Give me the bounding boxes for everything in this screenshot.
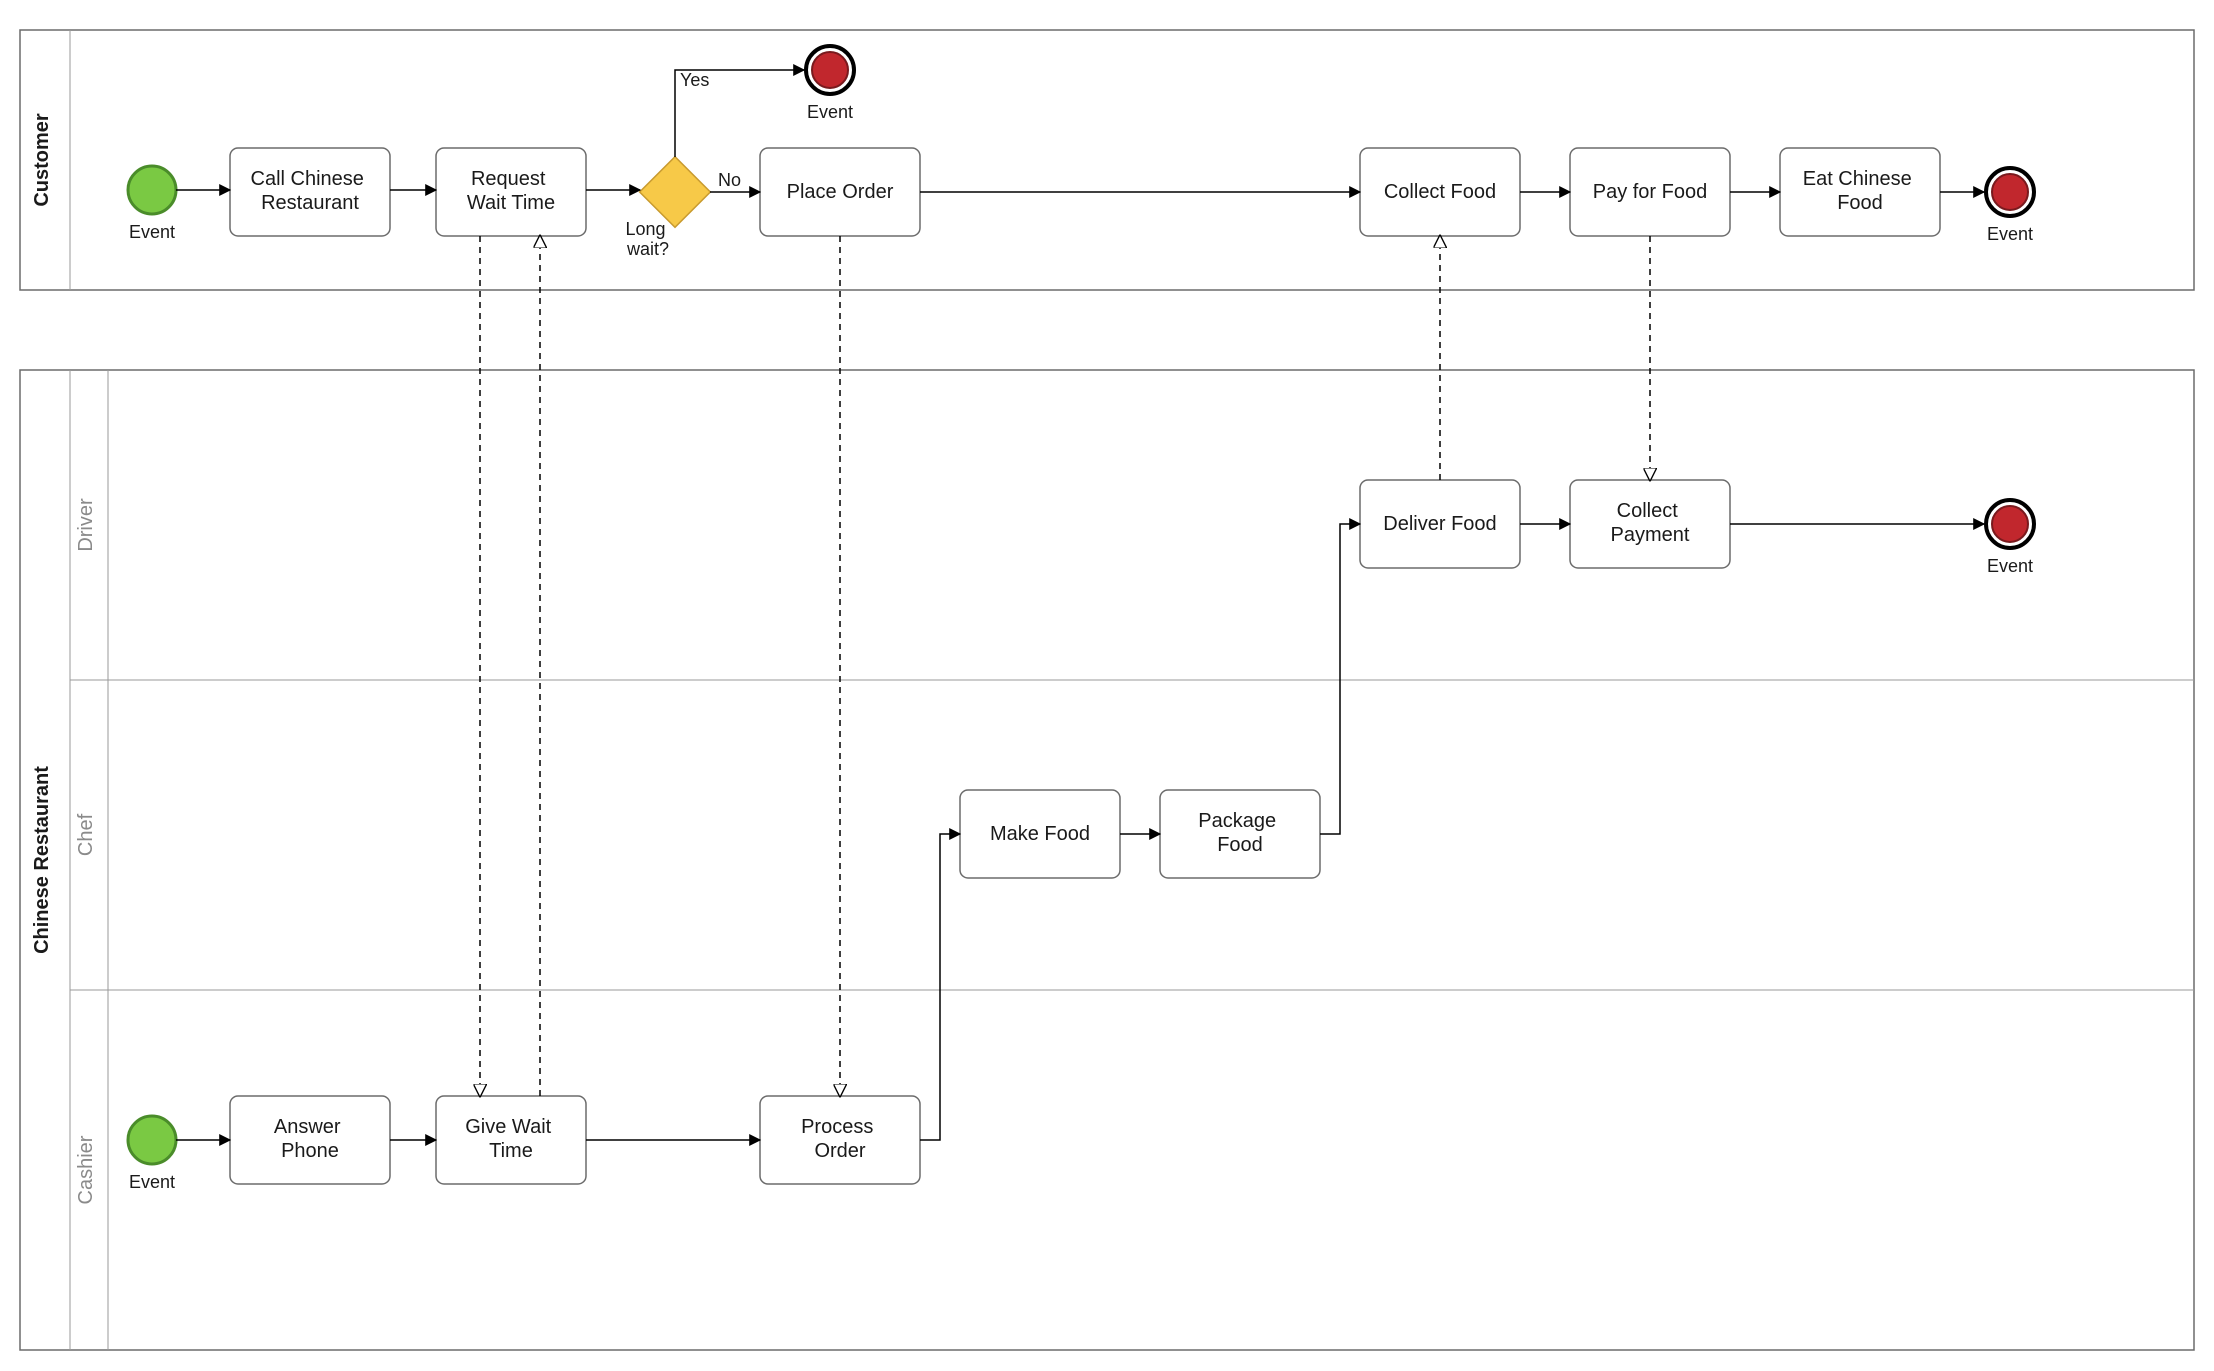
bpmn-diagram: Customer Chinese Restaurant Driver Chef … (0, 0, 2214, 1371)
task-collect-payment[interactable]: Collect Payment (1570, 480, 1730, 568)
task-collect-food-label: Collect Food (1384, 181, 1496, 203)
task-request-wait-line1: Request (471, 168, 546, 190)
task-give-wait-line2: Time (489, 1140, 533, 1162)
task-package-food-line1: Package (1198, 810, 1276, 832)
task-request-wait[interactable]: Request Wait Time (436, 148, 586, 236)
end-event-customer-early-label: Event (807, 102, 853, 122)
start-event-customer[interactable]: Event (128, 166, 176, 242)
task-deliver-food[interactable]: Deliver Food (1360, 480, 1520, 568)
task-make-food-label: Make Food (990, 823, 1090, 845)
flow-gw-no-label: No (718, 170, 741, 190)
gateway-long-wait-line2: wait? (626, 239, 669, 259)
flow-package-to-deliver (1320, 524, 1360, 834)
end-event-driver[interactable]: Event (1986, 500, 2034, 576)
flow-process-to-make (920, 834, 960, 1140)
start-event-cashier-label: Event (129, 1172, 175, 1192)
pool-restaurant-label: Chinese Restaurant (31, 766, 53, 954)
task-answer-phone[interactable]: Answer Phone (230, 1096, 390, 1184)
task-give-wait-line1: Give Wait (465, 1116, 551, 1138)
lane-cashier-label: Cashier (75, 1135, 97, 1204)
start-event-customer-label: Event (129, 222, 175, 242)
task-package-food-line2: Food (1217, 834, 1263, 856)
task-call-restaurant-label-line1: Call Chinese (251, 168, 364, 190)
task-pay-food-label: Pay for Food (1593, 181, 1708, 203)
task-answer-phone-line2: Phone (281, 1140, 339, 1162)
task-place-order-label: Place Order (787, 181, 894, 203)
task-collect-payment-line1: Collect (1617, 500, 1679, 522)
task-answer-phone-line1: Answer (274, 1116, 341, 1138)
gateway-long-wait-line1: Long (625, 219, 665, 239)
flow-gw-yes-label: Yes (680, 70, 709, 90)
svg-text:Long wait?: Long wait? (625, 219, 670, 259)
end-event-customer[interactable]: Event (1986, 168, 2034, 244)
lane-driver-label: Driver (75, 498, 97, 552)
end-event-customer-early[interactable]: Event (806, 46, 854, 122)
pool-customer-label: Customer (31, 113, 53, 207)
gateway-long-wait[interactable]: Long wait? (625, 157, 710, 259)
task-eat-food-line1: Eat Chinese (1803, 168, 1912, 190)
task-call-restaurant-label-line2: Restaurant (261, 192, 359, 214)
task-collect-payment-line2: Payment (1611, 524, 1690, 546)
task-process-order-line2: Order (814, 1140, 865, 1162)
task-process-order[interactable]: Process Order (760, 1096, 920, 1184)
task-place-order[interactable]: Place Order (760, 148, 920, 236)
task-request-wait-line2: Wait Time (467, 192, 555, 214)
task-deliver-food-label: Deliver Food (1383, 513, 1496, 535)
task-call-restaurant[interactable]: Call Chinese Restaurant (230, 148, 390, 236)
task-make-food[interactable]: Make Food (960, 790, 1120, 878)
task-collect-food[interactable]: Collect Food (1360, 148, 1520, 236)
task-package-food[interactable]: Package Food (1160, 790, 1320, 878)
task-eat-food-line2: Food (1837, 192, 1883, 214)
start-event-cashier[interactable]: Event (128, 1116, 176, 1192)
end-event-driver-label: Event (1987, 556, 2033, 576)
task-process-order-line1: Process (801, 1116, 873, 1138)
task-eat-food[interactable]: Eat Chinese Food (1780, 148, 1940, 236)
lane-chef-label: Chef (75, 813, 97, 856)
task-give-wait[interactable]: Give Wait Time (436, 1096, 586, 1184)
task-pay-food[interactable]: Pay for Food (1570, 148, 1730, 236)
end-event-customer-label: Event (1987, 224, 2033, 244)
